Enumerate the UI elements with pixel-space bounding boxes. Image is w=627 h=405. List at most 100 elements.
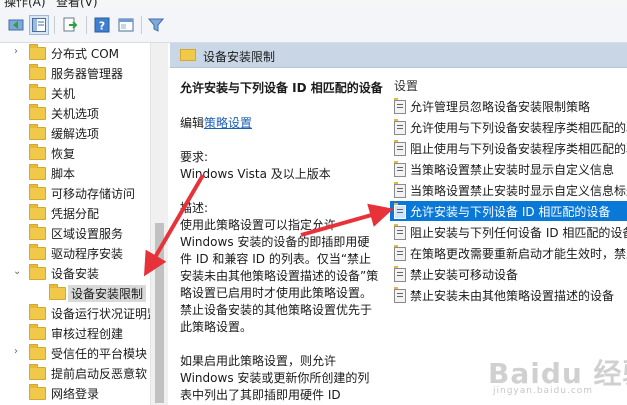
toolbar: ? [0,8,627,43]
tree-scrollbar[interactable] [150,43,168,405]
tree-item-device-install[interactable]: ⌄ 设备安装 [0,263,150,283]
setting-row[interactable]: 允许使用与下列设备安装程序类相匹配的驱动程序安装设备 [390,117,627,137]
tree-item-label: 设备安装限制 [68,285,147,302]
description-text-2: 如果启用此策略设置，则允许 Windows 安装或更新你所创建的列表中列出了其即… [180,354,370,402]
setting-row[interactable]: 阻止使用与下列设备安装程序类相匹配的驱动程序安装设备 [390,138,627,158]
export-list-icon[interactable] [60,15,80,35]
settings-column-header[interactable]: 设置 [394,77,418,94]
properties-icon[interactable] [116,15,136,35]
menu-view[interactable]: 查看(V) [56,0,98,8]
tree-item-label: 脚本 [51,167,76,181]
tree-item[interactable]: 驱动程序安装 [0,243,150,263]
tree-item-device-install-restrictions[interactable]: 设备安装限制 [0,283,150,303]
setting-row[interactable]: 禁止安装未由其他策略设置描述的设备 [390,285,627,305]
setting-label: 禁止安装可移动设备 [410,268,519,282]
tree-item-label: 审核过程创建 [51,327,124,341]
policy-setting-icon [394,140,406,156]
setting-row-selected[interactable]: 允许安装与下列设备 ID 相匹配的设备 [390,201,627,221]
policy-setting-icon [394,98,406,114]
help-icon[interactable]: ? [92,15,112,35]
menu-action[interactable]: 操作(A) [4,0,46,8]
details-header: 设备安装限制 [170,43,627,68]
setting-label: 允许使用与下列设备安装程序类相匹配的驱动程序安装设备 [410,121,627,135]
tree-item[interactable]: 缓解选项 [0,123,150,143]
folder-icon [29,64,46,80]
tree-item[interactable]: 提前启动反恶意软 [0,363,150,383]
tree-item[interactable]: › 受信任的平台模块 [0,343,150,363]
open-folder-icon [49,284,66,300]
expand-arrow-icon[interactable]: › [14,346,18,357]
tree-item[interactable]: 网络登录 [0,383,150,403]
folder-icon [29,124,46,140]
folder-icon [29,224,46,240]
tree-item-label: 受信任的平台模块 [51,347,148,361]
requirements-label: 要求: [180,150,209,164]
setting-label: 允许管理员忽略设备安装限制策略 [410,100,591,114]
folder-icon [29,204,46,220]
collapse-arrow-icon[interactable]: ⌄ [13,266,21,277]
description-label: 描述: [180,201,209,215]
setting-row[interactable]: 在策略更改需要重新启动才能生效时，禁止 [390,243,627,263]
requirements-value: Windows Vista 及以上版本 [180,167,331,181]
tree-item[interactable]: 审核过程创建 [0,323,150,343]
tree-item-label: 服务器管理器 [51,67,124,81]
folder-icon [29,44,46,60]
setting-label: 阻止安装与下列任何设备 ID 相匹配的设备 [410,226,627,240]
policy-description-pane: 允许安装与下列设备 ID 相匹配的设备 编辑策略设置 要求: Windows V… [170,68,384,405]
folder-icon [29,244,46,260]
tree-item[interactable]: 区域设置服务 [0,223,150,243]
scrollbar-thumb[interactable] [155,223,164,403]
folder-icon [29,164,46,180]
folder-icon [29,264,46,280]
folder-icon [29,324,46,340]
details-title: 设备安装限制 [203,50,276,64]
folder-icon [29,304,46,320]
setting-row[interactable]: 当策略设置禁止安装时显示自定义信息 [390,159,627,179]
tree-item[interactable]: › 分布式 COM [0,43,150,63]
policy-heading: 允许安装与下列设备 ID 相匹配的设备 [180,81,383,95]
navigation-tree: › 分布式 COM 服务器管理器 关机 关机选项 缓解选项 恢复 脚本 可移动存… [0,43,150,405]
tree-item[interactable]: 恢复 [0,143,150,163]
tree-item-label: 缓解选项 [51,127,100,141]
setting-row[interactable]: 阻止安装与下列任何设备 ID 相匹配的设备 [390,222,627,242]
baidu-watermark: Baidu 经验 jingyan.baidu.com [488,357,627,396]
tree-item[interactable]: 关机选项 [0,103,150,123]
tree-item-label: 提前启动反恶意软 [51,367,148,381]
tree-item-label: 凭据分配 [51,207,100,221]
policy-setting-icon [394,203,406,219]
tree-item[interactable]: 关机 [0,83,150,103]
edit-policy-link[interactable]: 策略设置 [204,116,252,130]
filter-icon[interactable] [146,15,166,35]
folder-icon [29,344,46,360]
tree-item[interactable]: 可移动存储访问 [0,183,150,203]
policy-setting-icon [394,119,406,135]
tree-item[interactable]: 凭据分配 [0,203,150,223]
expand-arrow-icon[interactable]: › [14,46,18,57]
setting-label: 禁止安装未由其他策略设置描述的设备 [410,289,615,303]
tree-item-label: 分布式 COM [51,47,119,61]
tree-item-label: 恢复 [51,147,76,161]
edit-policy-line: 编辑策略设置 [180,115,380,132]
tree-item[interactable]: 设备运行状况证明监 [0,303,150,323]
setting-row[interactable]: 当策略设置禁止安装时显示自定义信息标题 [390,180,627,200]
menubar: 操作(A) 查看(V) [0,0,627,8]
tree-item[interactable]: 服务器管理器 [0,63,150,83]
back-icon[interactable] [6,15,26,35]
edit-prefix: 编辑 [180,116,205,130]
folder-icon [29,184,46,200]
setting-label: 允许安装与下列设备 ID 相匹配的设备 [410,205,611,219]
policy-setting-icon [394,161,406,177]
svg-text:?: ? [99,20,105,33]
tree-item[interactable]: 脚本 [0,163,150,183]
tree-item-label: 网络登录 [51,387,100,401]
folder-icon [29,364,46,380]
folder-icon [180,49,196,61]
setting-row[interactable]: 禁止安装可移动设备 [390,264,627,284]
show-tree-icon[interactable] [29,15,49,35]
setting-row[interactable]: 允许管理员忽略设备安装限制策略 [390,96,627,116]
tree-item-label: 可移动存储访问 [51,187,136,201]
policy-setting-icon [394,224,406,240]
policy-setting-icon [394,266,406,282]
description-text: 使用此策略设置可以指定允许 Windows 安装的设备的即插即用硬件 ID 和兼… [180,218,379,334]
tree-item-label: 设备运行状况证明监 [51,307,150,321]
